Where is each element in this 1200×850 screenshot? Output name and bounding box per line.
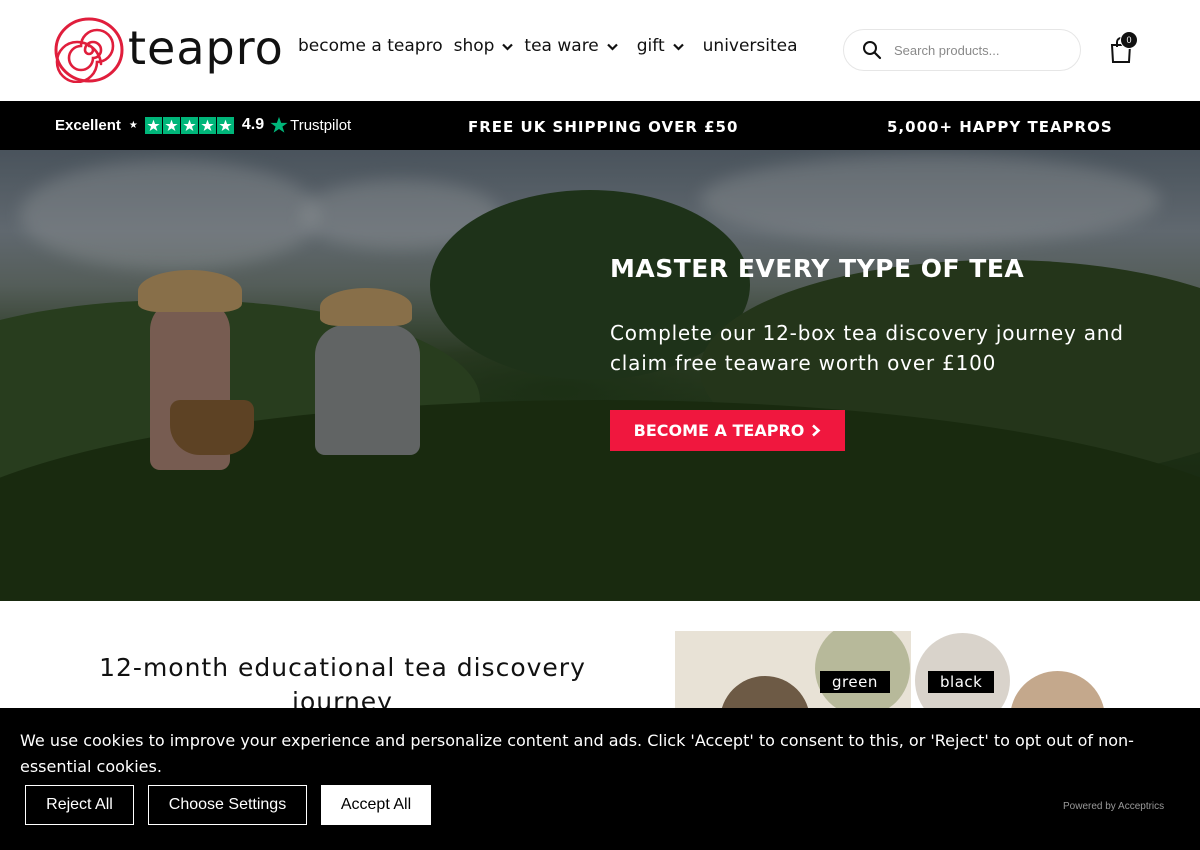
tag-black[interactable]: black <box>928 671 995 693</box>
chevron-down-icon <box>502 43 514 51</box>
trust-bar: Excellent ★ 4.9 Trustpilot FREE UK SHIPP… <box>0 101 1200 150</box>
nav-gift[interactable]: gift <box>637 36 684 56</box>
customer-count: 5,000+ HAPPY TEAPROS <box>887 118 1113 136</box>
hero-subtitle: Complete our 12-box tea discovery journe… <box>610 321 1124 375</box>
trustpilot-star-icon <box>270 116 288 133</box>
search-box <box>843 29 1081 71</box>
trustpilot-widget[interactable]: Excellent ★ 4.9 Trustpilot <box>55 116 351 134</box>
rating-star-icon <box>144 116 162 134</box>
rating-star-icon <box>162 116 180 134</box>
tag-green[interactable]: green <box>820 671 890 693</box>
chevron-down-icon <box>606 43 618 51</box>
separator-dot: ★ <box>128 119 138 131</box>
trustpilot-logo: Trustpilot <box>270 116 351 134</box>
cookie-banner: We use cookies to improve your experienc… <box>0 708 1200 850</box>
rating-star-icon <box>180 116 198 134</box>
search-icon[interactable] <box>862 40 882 60</box>
accept-all-button[interactable]: Accept All <box>321 785 431 825</box>
nav-label: become a teapro <box>298 36 443 56</box>
nav-become-a-teapro[interactable]: become a teapro <box>298 36 443 56</box>
logo-wordmark: teapro <box>128 21 284 75</box>
nav-universitea[interactable]: universitea <box>703 36 798 56</box>
reject-all-button[interactable]: Reject All <box>25 785 134 825</box>
hero-banner: MASTER EVERY TYPE OF TEA Complete our 12… <box>0 150 1200 601</box>
nav-tea-ware[interactable]: tea ware <box>524 36 618 56</box>
chevron-right-icon <box>812 424 821 437</box>
nav-label: universitea <box>702 36 798 56</box>
nav-label: shop <box>453 36 495 56</box>
cookie-message: We use cookies to improve your experienc… <box>20 731 1134 776</box>
nav-shop[interactable]: shop <box>454 36 514 56</box>
search-input[interactable] <box>894 42 1074 58</box>
rating-word: Excellent <box>55 116 121 134</box>
rating-star-icon <box>216 116 234 134</box>
choose-settings-button[interactable]: Choose Settings <box>148 785 307 825</box>
logo[interactable]: teapro <box>54 17 284 83</box>
spiral-logo-icon <box>54 17 124 83</box>
chevron-down-icon <box>672 43 684 51</box>
rating-score: 4.9 <box>241 116 265 133</box>
powered-by: Powered by Acceptrics <box>1063 801 1165 812</box>
cart-button[interactable]: 0 <box>1107 31 1139 65</box>
trustpilot-label: Trustpilot <box>290 116 352 134</box>
shipping-notice: FREE UK SHIPPING OVER £50 <box>468 118 739 136</box>
rating-star-icon <box>198 116 216 134</box>
become-a-teapro-button[interactable]: BECOME A TEAPRO <box>610 410 845 451</box>
cta-label: BECOME A TEAPRO <box>633 421 805 440</box>
site-header: teapro become a teapro shop tea ware gif… <box>0 0 1200 101</box>
cart-count-badge: 0 <box>1120 31 1138 49</box>
nav-label: gift <box>636 36 665 56</box>
nav-label: tea ware <box>524 36 599 56</box>
main-nav: become a teapro shop tea ware gift unive… <box>298 36 798 56</box>
hero-title: MASTER EVERY TYPE OF TEA <box>610 254 1025 283</box>
rating-stars <box>144 116 235 134</box>
